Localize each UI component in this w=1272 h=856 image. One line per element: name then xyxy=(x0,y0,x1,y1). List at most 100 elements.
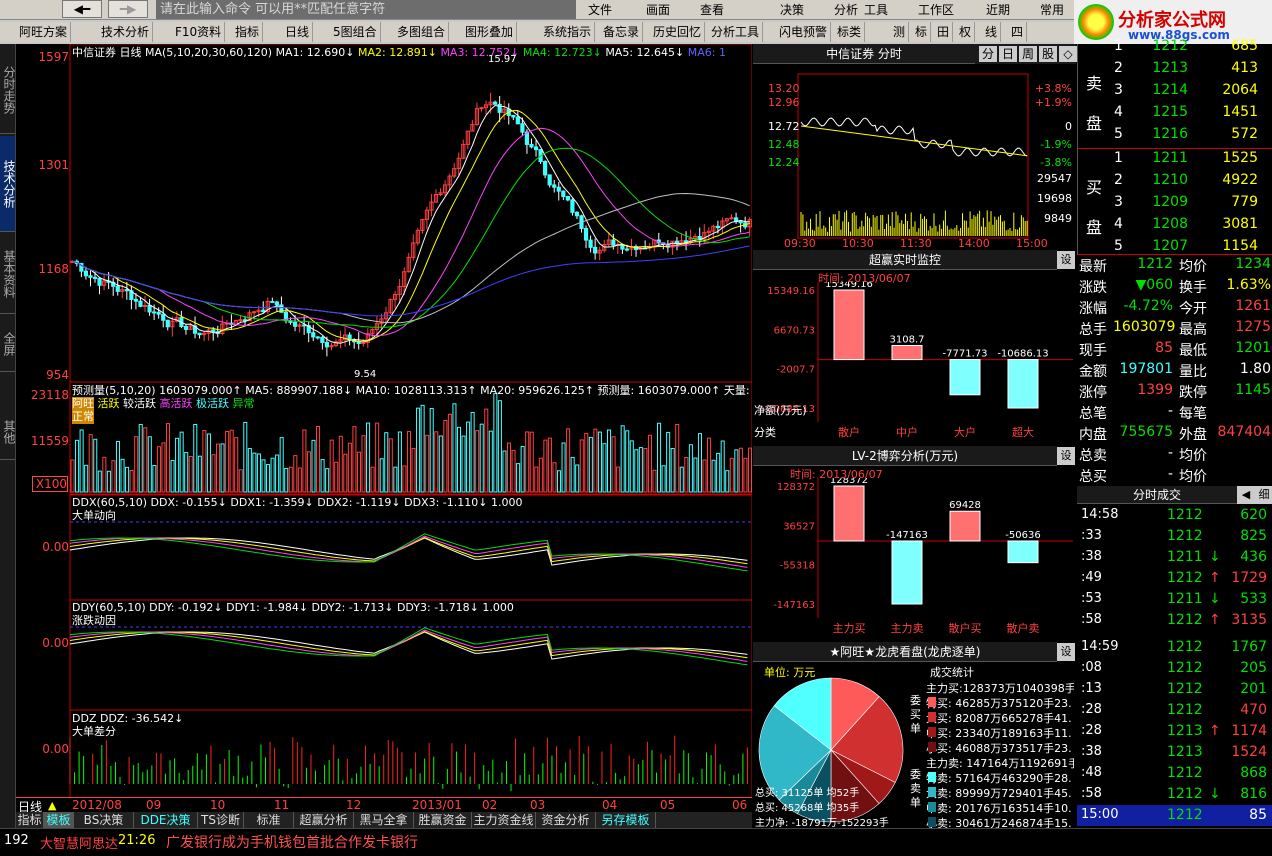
intraday-time: 10:30 xyxy=(842,237,874,250)
toolbar-tab[interactable]: F10资料 xyxy=(172,22,226,42)
volume-bar xyxy=(638,447,643,493)
book-price[interactable]: 1209 xyxy=(1132,194,1188,210)
bar-value: -147163 xyxy=(886,530,928,541)
menu-item[interactable]: 分析 xyxy=(834,0,858,20)
quote-value: - xyxy=(1167,466,1173,482)
toolbar-tab[interactable]: 阿旺方案 xyxy=(16,22,72,42)
ticks-list: 14:58 1212 620:33 1212 825:38 1211 ↓ 436:49 1212… xyxy=(1077,504,1272,828)
bar-category: 散户 xyxy=(838,425,860,439)
book-price[interactable]: 1215 xyxy=(1132,104,1188,120)
toolbar-tab[interactable]: 备忘录 xyxy=(600,22,644,42)
dragon-settings-button[interactable]: 设 xyxy=(1057,643,1075,661)
book-price[interactable]: 1213 xyxy=(1132,60,1188,76)
volume-bar xyxy=(170,460,175,493)
book-price[interactable]: 1212 xyxy=(1132,38,1188,54)
ddx-line xyxy=(69,537,748,565)
ma30-line xyxy=(72,147,750,328)
toolbar-tab[interactable]: 5图组合 xyxy=(330,22,381,42)
intraday-tab[interactable]: ◇ xyxy=(1059,46,1077,62)
book-price[interactable]: 1216 xyxy=(1132,126,1188,142)
bottom-tab[interactable]: TS诊断 xyxy=(198,812,244,828)
volume-bar xyxy=(70,459,75,493)
tab-fundamentals[interactable]: 基本资料 xyxy=(0,234,16,314)
toolbar-tab[interactable]: 图形叠加 xyxy=(462,22,518,42)
menu-item[interactable]: 决策 xyxy=(780,0,804,20)
toolbar-tab[interactable]: 历史回忆 xyxy=(650,22,706,42)
chaoying-settings-button[interactable]: 设 xyxy=(1057,251,1075,269)
menu-item[interactable]: 画面 xyxy=(646,0,670,20)
bottom-tab[interactable]: 资金分析 xyxy=(536,812,596,828)
intraday-chart[interactable] xyxy=(753,64,1076,248)
wei-buy-label: 委买单 xyxy=(910,694,921,735)
toolbar-tab[interactable]: 标类 xyxy=(834,22,866,42)
toolbar-tab[interactable]: 指标 xyxy=(232,22,264,42)
bottom-tab[interactable]: BS决策 xyxy=(74,812,134,828)
bottom-tab[interactable]: 另存模板 xyxy=(596,812,656,828)
book-price[interactable]: 1208 xyxy=(1132,216,1188,232)
legend-swatch xyxy=(928,742,936,752)
toolbar-tab[interactable]: 技术分析 xyxy=(98,22,154,42)
toolbar-tab[interactable]: 分析工具 xyxy=(708,22,764,42)
lv2-settings-button[interactable]: 设 xyxy=(1057,447,1075,465)
toolbar-tab[interactable]: 线 xyxy=(982,22,1002,42)
menu-item[interactable]: 文件 xyxy=(588,0,612,20)
volume-bar xyxy=(193,424,198,493)
intraday-tab[interactable]: 周 xyxy=(1019,46,1037,62)
toolbar-tab[interactable]: 闪电预警 xyxy=(776,22,832,42)
toolbar-tab[interactable]: 测 xyxy=(890,22,910,42)
bottom-tab[interactable]: 主力资金线 xyxy=(472,812,536,828)
intraday-tab[interactable]: 分 xyxy=(979,46,997,62)
ticks-header: 分时成交 xyxy=(1077,486,1237,504)
date-axis: 日线 ▲ 2012/08 09 10 11 12 2013/01 02 03 04 05 06 xyxy=(16,797,752,814)
toolbar-tab[interactable]: 系统指示 xyxy=(540,22,596,42)
book-price[interactable]: 1207 xyxy=(1132,238,1188,254)
toolbar-tab[interactable]: 田 xyxy=(934,22,954,42)
lv2-chart: 128372 -147163 69428 -50636 128372 36527 -5531… xyxy=(773,478,1073,635)
menu-item[interactable]: 近期 xyxy=(986,0,1010,20)
candle-body xyxy=(356,341,361,344)
main-chart-area[interactable] xyxy=(16,44,752,812)
back-button[interactable]: ◀━ xyxy=(62,0,102,18)
tab-technical[interactable]: 技术分析 xyxy=(0,136,16,232)
tab-fullscreen[interactable]: 全屏 xyxy=(0,316,16,372)
ticks-back-button[interactable]: ◀ xyxy=(1237,486,1255,504)
volume-bar xyxy=(234,437,239,493)
bottom-tab[interactable]: 指标 xyxy=(16,812,44,828)
legend-swatch xyxy=(928,712,936,722)
toolbar-tab[interactable]: 四 xyxy=(1008,22,1028,42)
quote-value: 847404 xyxy=(1217,424,1271,440)
forward-button[interactable]: ━▶ xyxy=(108,0,148,18)
book-price[interactable]: 1211 xyxy=(1132,150,1188,166)
tab-other[interactable]: 其他 xyxy=(0,404,16,460)
bottom-tab[interactable]: 模板 xyxy=(44,812,74,828)
news-ticker[interactable]: 广发银行成为手机钱包首批合作发卡银行 xyxy=(166,832,418,852)
ticks-detail-button[interactable]: 细 xyxy=(1255,486,1272,504)
bottom-tab[interactable]: DDE决策 xyxy=(134,812,198,828)
book-price[interactable]: 1214 xyxy=(1132,82,1188,98)
menu-item[interactable]: 工作区 xyxy=(918,0,954,20)
menu-item[interactable]: 常用 xyxy=(1040,0,1064,20)
volume-bar xyxy=(443,419,448,493)
toolbar-tab[interactable]: 权 xyxy=(956,22,976,42)
bottom-tab[interactable]: 超赢分析 xyxy=(294,812,354,828)
volume-bar xyxy=(188,455,193,493)
toolbar-tab[interactable]: 多图组合 xyxy=(394,22,450,42)
intraday-tab[interactable]: 日 xyxy=(999,46,1017,62)
bottom-tab[interactable]: 胜赢资金 xyxy=(414,812,472,828)
candle-body xyxy=(147,304,152,313)
command-input[interactable]: 请在此输入命令 可以用**匹配任意字符 xyxy=(156,0,576,19)
intraday-tab[interactable]: 股 xyxy=(1039,46,1057,62)
bar-category: 中户 xyxy=(896,425,918,439)
bottom-tab[interactable]: 黑马全拿 xyxy=(354,812,414,828)
menu-item[interactable]: 查看 xyxy=(700,0,724,20)
candle-body xyxy=(529,143,534,148)
toolbar-tab[interactable]: 标 xyxy=(912,22,932,42)
bottom-tab[interactable]: 标准 xyxy=(244,812,294,828)
toolbar-tab[interactable]: 日线 xyxy=(282,22,314,42)
menu-item[interactable]: 工具 xyxy=(864,0,888,20)
book-price[interactable]: 1210 xyxy=(1132,172,1188,188)
volume-bar xyxy=(102,456,107,493)
tab-intraday[interactable]: 分时走势 xyxy=(0,46,16,134)
volume-bar xyxy=(602,443,607,493)
volume-bar xyxy=(311,439,316,493)
